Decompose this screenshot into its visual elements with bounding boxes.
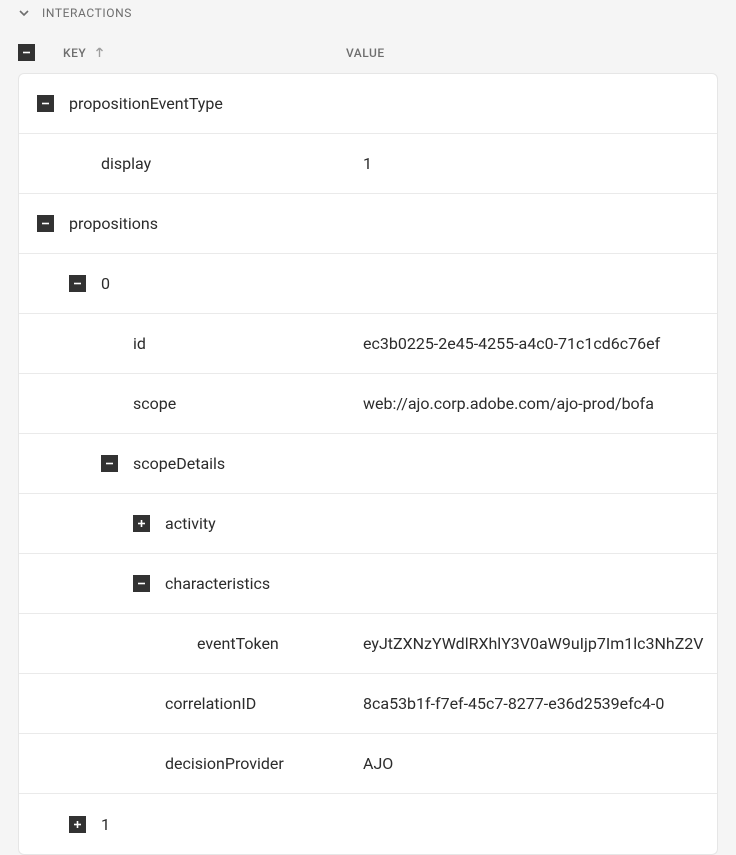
key-cell: characteristics <box>37 574 363 593</box>
value-label: eyJtZXNzYWdlRXhlY3V0aW9uIjp7Im1lc3NhZ2V <box>363 634 717 653</box>
key-cell: scope <box>37 394 363 413</box>
column-value-header[interactable]: VALUE <box>346 46 718 60</box>
tree-row: 1 <box>19 794 717 854</box>
collapse-all-toggle[interactable] <box>18 44 35 61</box>
value-label: AJO <box>363 754 717 773</box>
tree-row: decisionProvider AJO <box>19 734 717 794</box>
section-header[interactable]: INTERACTIONS <box>0 0 736 34</box>
collapse-icon[interactable] <box>37 95 54 112</box>
key-cell: correlationID <box>37 694 363 713</box>
tree-row: propositions <box>19 194 717 254</box>
tree-row: scope web://ajo.corp.adobe.com/ajo-prod/b… <box>19 374 717 434</box>
table: KEY VALUE propositionEventTypedisplay1pr… <box>0 34 736 855</box>
collapse-icon[interactable] <box>101 455 118 472</box>
key-label: 0 <box>101 274 110 293</box>
key-cell: scopeDetails <box>37 454 363 473</box>
column-key-label: KEY <box>63 46 86 60</box>
section-title: INTERACTIONS <box>42 6 132 20</box>
key-cell: propositionEventType <box>37 94 363 113</box>
tree-row: propositionEventType <box>19 74 717 134</box>
key-label: 1 <box>101 815 110 834</box>
key-label: eventToken <box>197 634 279 653</box>
toggle-slot <box>133 575 150 592</box>
toggle-slot <box>101 455 118 472</box>
key-cell: activity <box>37 514 363 533</box>
toggle-slot <box>69 816 86 833</box>
tree-row: activity <box>19 494 717 554</box>
expand-icon[interactable] <box>133 515 150 532</box>
collapse-icon[interactable] <box>133 575 150 592</box>
tree: propositionEventType display 1 propositions… <box>18 73 718 855</box>
tree-row: characteristics <box>19 554 717 614</box>
expand-icon[interactable] <box>69 816 86 833</box>
key-cell: eventToken <box>37 634 363 653</box>
value-label: ec3b0225-2e45-4255-a4c0-71c1cd6c76ef <box>363 334 717 353</box>
key-label: scopeDetails <box>133 454 225 473</box>
collapse-icon[interactable] <box>37 215 54 232</box>
key-label: activity <box>165 514 216 533</box>
key-label: propositions <box>69 214 158 233</box>
toggle-slot <box>133 515 150 532</box>
tree-row: 0 <box>19 254 717 314</box>
key-label: scope <box>133 394 176 413</box>
key-cell: 0 <box>37 274 363 293</box>
tree-row: scopeDetails <box>19 434 717 494</box>
key-cell: display <box>37 154 363 173</box>
key-label: display <box>101 154 151 173</box>
table-header: KEY VALUE <box>18 34 718 73</box>
key-label: id <box>133 334 146 353</box>
interactions-panel: INTERACTIONS KEY VALUE propositionEventT… <box>0 0 736 855</box>
key-label: characteristics <box>165 574 270 593</box>
tree-row: eventToken eyJtZXNzYWdlRXhlY3V0aW9uIjp7Im… <box>19 614 717 674</box>
toggle-slot <box>37 215 54 232</box>
key-label: correlationID <box>165 694 256 713</box>
key-cell: id <box>37 334 363 353</box>
value-label: web://ajo.corp.adobe.com/ajo-prod/bofa <box>363 394 717 413</box>
value-label: 8ca53b1f-f7ef-45c7-8277-e36d2539efc4-0 <box>363 694 717 713</box>
toggle-slot <box>69 275 86 292</box>
key-label: decisionProvider <box>165 754 284 773</box>
toggle-slot <box>37 95 54 112</box>
value-label: 1 <box>363 154 717 173</box>
tree-row: id ec3b0225-2e45-4255-a4c0-71c1cd6c76ef <box>19 314 717 374</box>
column-key-header[interactable]: KEY <box>63 46 105 60</box>
key-cell: propositions <box>37 214 363 233</box>
tree-row: display 1 <box>19 134 717 194</box>
key-cell: decisionProvider <box>37 754 363 773</box>
tree-row: correlationID 8ca53b1f-f7ef-45c7-8277-e36… <box>19 674 717 734</box>
sort-arrow-up-icon <box>94 47 105 58</box>
collapse-icon[interactable] <box>69 275 86 292</box>
key-cell: 1 <box>37 815 363 834</box>
key-label: propositionEventType <box>69 94 223 113</box>
chevron-down-icon <box>18 7 30 19</box>
